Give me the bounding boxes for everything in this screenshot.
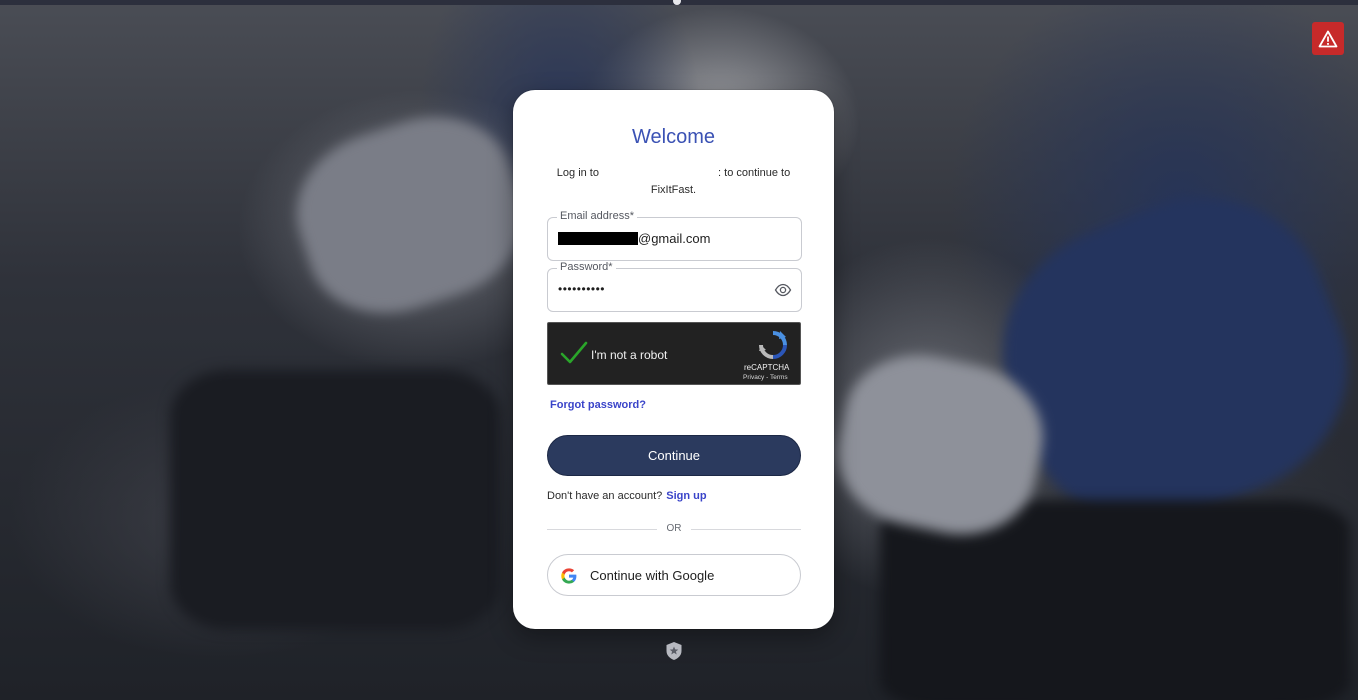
redacted-tenant-name (602, 166, 718, 176)
google-signin-button[interactable]: Continue with Google (547, 554, 801, 596)
continue-button[interactable]: Continue (547, 435, 801, 476)
password-field[interactable]: Password* •••••••••• (547, 261, 802, 312)
app-name: FixItFast. (650, 184, 697, 196)
recaptcha-label: I'm not a robot (591, 348, 668, 362)
top-indicator (673, 0, 681, 5)
subtitle-prefix: Log in to (556, 167, 599, 179)
recaptcha-privacy-terms[interactable]: Privacy - Terms (743, 374, 788, 381)
login-subtitle: Log in to : to continue to FixItFast. (545, 165, 802, 199)
google-button-label: Continue with Google (590, 568, 715, 583)
shield-star-icon (666, 642, 682, 660)
checkmark-icon[interactable] (560, 340, 588, 366)
email-field[interactable]: Email address* @gmail.com (547, 210, 802, 261)
recaptcha-icon (759, 331, 787, 359)
login-card: Welcome Log in to : to continue to FixIt… (513, 90, 834, 629)
recaptcha-widget: I'm not a robot reCAPTCHA Privacy - Term… (547, 322, 801, 385)
google-icon (561, 568, 577, 584)
warning-triangle-icon (1318, 30, 1338, 47)
recaptcha-brand: reCAPTCHA (744, 363, 790, 372)
eye-icon[interactable] (774, 281, 792, 299)
divider-line-right (691, 529, 801, 530)
top-bar (0, 0, 1358, 5)
subtitle-suffix: : to continue to (718, 167, 791, 179)
forgot-password-link[interactable]: Forgot password? (550, 399, 646, 411)
password-label: Password* (557, 261, 616, 273)
alert-button[interactable] (1312, 22, 1344, 55)
signup-link[interactable]: Sign up (666, 490, 706, 502)
email-value[interactable]: @gmail.com (558, 231, 710, 246)
redacted-email-user (558, 232, 638, 245)
signup-prompt: Don't have an account? (547, 490, 663, 502)
background-photo-left-glove (277, 95, 543, 335)
or-divider: OR (547, 523, 801, 535)
signup-row: Don't have an account? Sign up (547, 490, 707, 502)
background-photo-engine (170, 370, 500, 630)
password-value[interactable]: •••••••••• (558, 282, 605, 296)
page-title: Welcome (632, 126, 715, 148)
login-page: Welcome Log in to : to continue to FixIt… (0, 0, 1358, 700)
email-label: Email address* (557, 210, 637, 222)
email-domain: @gmail.com (638, 231, 711, 246)
